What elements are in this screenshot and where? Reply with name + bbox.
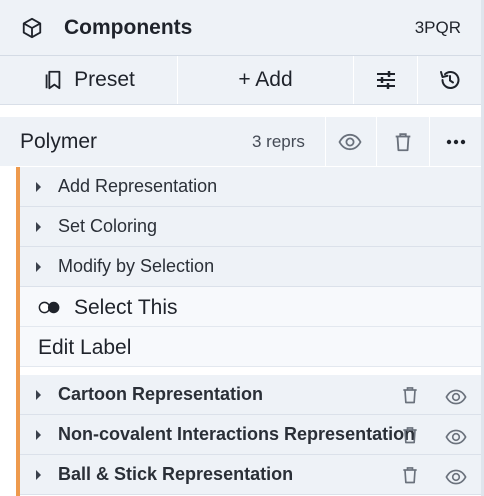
eye-icon[interactable] bbox=[445, 426, 467, 448]
caret-right-icon bbox=[36, 470, 41, 480]
modify-by-selection-item[interactable]: Modify by Selection bbox=[20, 247, 481, 287]
action-label: Add Representation bbox=[58, 176, 218, 196]
caret-right-icon bbox=[36, 430, 41, 440]
history-icon bbox=[439, 71, 459, 89]
history-button[interactable] bbox=[418, 56, 481, 104]
section-gap bbox=[0, 105, 481, 117]
trash-icon[interactable] bbox=[400, 425, 420, 445]
section-gap bbox=[20, 367, 481, 375]
eye-icon bbox=[338, 133, 362, 150]
more-options-button[interactable] bbox=[430, 117, 481, 166]
trash-icon[interactable] bbox=[400, 465, 420, 485]
caret-right-icon bbox=[36, 182, 41, 192]
bookmark-icon bbox=[45, 70, 61, 90]
trash-icon bbox=[395, 132, 411, 151]
caret-right-icon bbox=[36, 390, 41, 400]
eye-icon[interactable] bbox=[445, 466, 467, 488]
set-coloring-item[interactable]: Set Coloring bbox=[20, 207, 481, 247]
components-toolbar: Preset + Add bbox=[0, 56, 481, 105]
select-this-button[interactable]: Select This bbox=[20, 287, 481, 327]
representation-row[interactable]: Ball & Stick Representation bbox=[20, 455, 481, 495]
sliders-icon bbox=[376, 71, 395, 89]
preset-button[interactable]: Preset bbox=[0, 56, 177, 104]
caret-right-icon bbox=[36, 222, 41, 232]
edit-label-text: Edit Label bbox=[38, 336, 132, 359]
polymer-component-row[interactable]: Polymer 3 reprs bbox=[0, 117, 481, 166]
repr-count: 3 reprs bbox=[252, 132, 305, 151]
structure-id: 3PQR bbox=[414, 18, 461, 37]
representation-label: Ball & Stick Representation bbox=[58, 464, 294, 484]
eye-icon[interactable] bbox=[445, 386, 467, 408]
add-button[interactable]: + Add bbox=[178, 56, 353, 104]
components-panel: Components 3PQR Preset + Add Polymer 3 r… bbox=[0, 0, 484, 496]
representation-row[interactable]: Cartoon Representation bbox=[20, 375, 481, 415]
component-name: Polymer bbox=[20, 130, 98, 153]
remove-component-button[interactable] bbox=[377, 117, 429, 166]
trash-icon[interactable] bbox=[400, 385, 420, 405]
preset-label: Preset bbox=[74, 68, 135, 91]
action-label: Modify by Selection bbox=[58, 256, 215, 276]
cube-icon bbox=[22, 17, 42, 39]
toggle-icon bbox=[38, 301, 60, 314]
representation-label: Non-covalent Interactions Representation bbox=[58, 424, 416, 444]
select-this-label: Select This bbox=[74, 296, 178, 319]
representation-row[interactable]: Non-covalent Interactions Representation bbox=[20, 415, 481, 455]
add-representation-item[interactable]: Add Representation bbox=[20, 167, 481, 207]
panel-title: Components bbox=[64, 16, 193, 39]
components-header: Components 3PQR bbox=[0, 0, 481, 56]
edit-label-button[interactable]: Edit Label bbox=[20, 327, 481, 367]
add-label: + Add bbox=[238, 68, 293, 91]
representation-label: Cartoon Representation bbox=[58, 384, 264, 404]
caret-right-icon bbox=[36, 262, 41, 272]
more-icon bbox=[446, 139, 465, 144]
visibility-toggle-button[interactable] bbox=[326, 117, 374, 166]
options-button[interactable] bbox=[354, 56, 417, 104]
action-label: Set Coloring bbox=[58, 216, 158, 236]
